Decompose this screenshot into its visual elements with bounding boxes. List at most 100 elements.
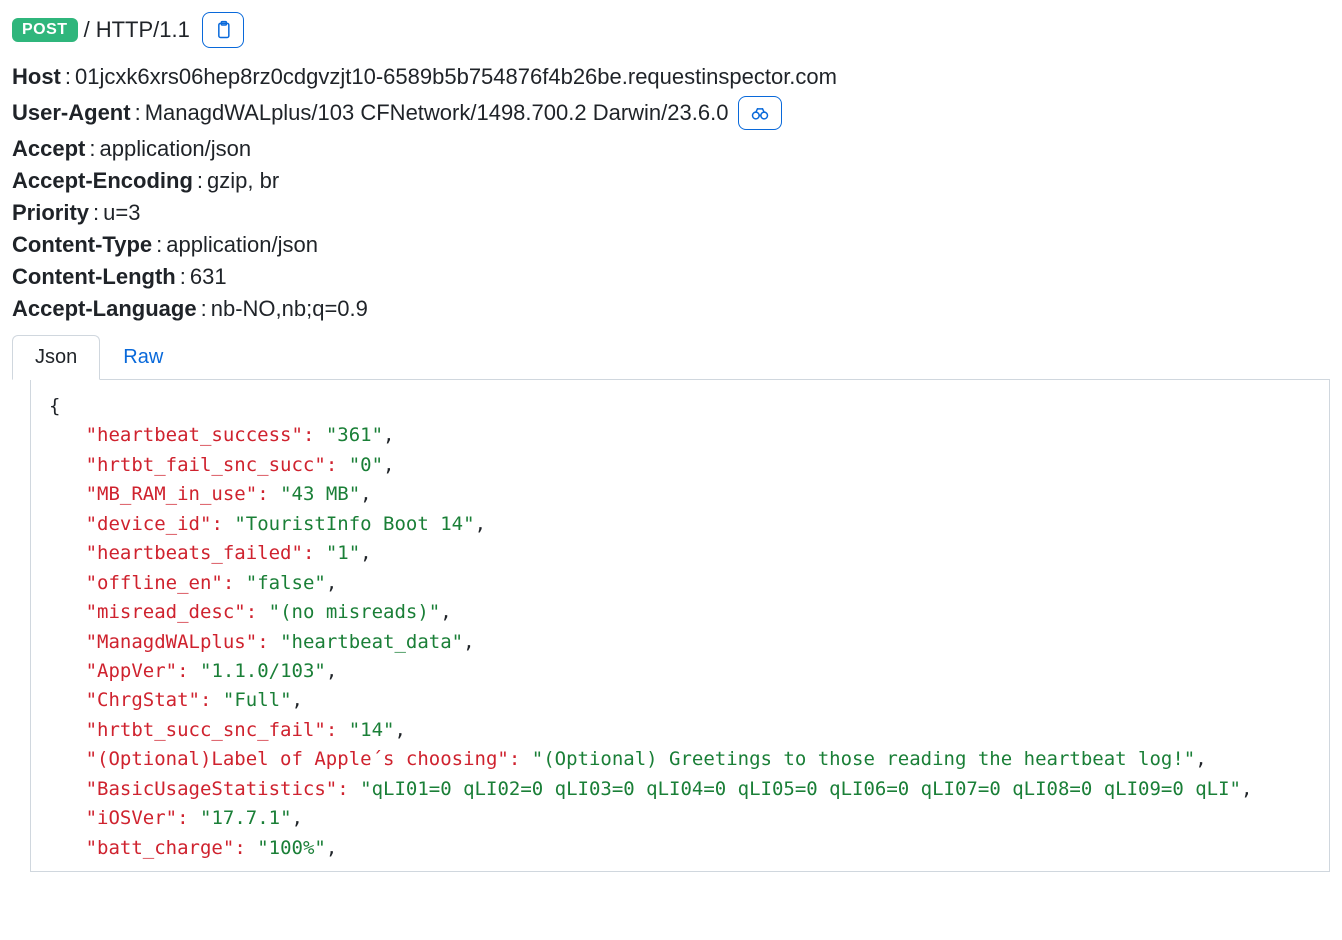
json-value: "43 MB" — [280, 483, 360, 505]
header-row: Host: 01jcxk6xrs06hep8rz0cdgvzjt10-6589b… — [12, 64, 1330, 90]
header-value: gzip, br — [207, 168, 279, 194]
json-comma: , — [292, 689, 303, 711]
json-value: "100%" — [257, 837, 326, 859]
header-colon: : — [156, 232, 162, 258]
json-key: "iOSVer" — [86, 807, 178, 829]
json-value: "false" — [246, 572, 326, 594]
json-comma: , — [326, 837, 337, 859]
json-value: "Full" — [223, 689, 292, 711]
header-name: Priority — [12, 200, 89, 226]
header-colon: : — [180, 264, 186, 290]
json-key: "ChrgStat" — [86, 689, 200, 711]
header-value: application/json — [99, 136, 251, 162]
tab-raw[interactable]: Raw — [100, 335, 186, 380]
header-row: Accept-Language: nb-NO,nb;q=0.9 — [12, 296, 1330, 322]
json-value: "361" — [326, 424, 383, 446]
json-key: "device_id" — [86, 513, 212, 535]
json-comma: , — [360, 483, 371, 505]
json-colon: : — [257, 631, 268, 653]
json-brace-open: { — [49, 395, 60, 417]
json-value: "1.1.0/103" — [200, 660, 326, 682]
json-colon: : — [200, 689, 211, 711]
json-colon: : — [326, 454, 337, 476]
tab-json[interactable]: Json — [12, 335, 100, 380]
header-colon: : — [197, 168, 203, 194]
json-key: "batt_charge" — [86, 837, 235, 859]
http-method-badge: POST — [12, 18, 78, 42]
json-comma: , — [360, 542, 371, 564]
json-comma: , — [463, 631, 474, 653]
json-colon: : — [223, 572, 234, 594]
json-comma: , — [292, 807, 303, 829]
json-value: "(no misreads)" — [269, 601, 441, 623]
json-colon: : — [211, 513, 222, 535]
json-comma: , — [475, 513, 486, 535]
json-key: "MB_RAM_in_use" — [86, 483, 258, 505]
header-colon: : — [89, 136, 95, 162]
header-row: Content-Length: 631 — [12, 264, 1330, 290]
header-row: Priority: u=3 — [12, 200, 1330, 226]
header-row: Accept: application/json — [12, 136, 1330, 162]
json-comma: , — [326, 660, 337, 682]
json-key: "BasicUsageStatistics" — [86, 778, 338, 800]
json-value: "heartbeat_data" — [280, 631, 463, 653]
json-key: "(Optional)Label of Apple´s choosing" — [86, 748, 509, 770]
binoculars-icon — [749, 103, 771, 123]
json-colon: : — [257, 483, 268, 505]
header-name: Accept-Language — [12, 296, 197, 322]
json-value: "(Optional) Greetings to those reading t… — [532, 748, 1195, 770]
json-colon: : — [509, 748, 520, 770]
json-comma: , — [394, 719, 405, 741]
header-value: 01jcxk6xrs06hep8rz0cdgvzjt10-6589b5b7548… — [75, 64, 837, 90]
header-value: nb-NO,nb;q=0.9 — [211, 296, 368, 322]
json-key: "misread_desc" — [86, 601, 246, 623]
request-line: POST / HTTP/1.1 — [12, 12, 1330, 48]
json-comma: , — [440, 601, 451, 623]
body-tabs: Json Raw — [12, 334, 1330, 380]
request-protocol: HTTP/1.1 — [96, 17, 190, 43]
json-value: "14" — [349, 719, 395, 741]
json-key: "AppVer" — [86, 660, 178, 682]
header-name: Accept — [12, 136, 85, 162]
header-row: User-Agent: ManagdWALplus/103 CFNetwork/… — [12, 96, 1330, 130]
header-value: ManagdWALplus/103 CFNetwork/1498.700.2 D… — [145, 100, 729, 126]
json-value: "qLI01=0 qLI02=0 qLI03=0 qLI04=0 qLI05=0… — [360, 778, 1241, 800]
header-row: Accept-Encoding: gzip, br — [12, 168, 1330, 194]
header-value: application/json — [166, 232, 318, 258]
json-colon: : — [177, 807, 188, 829]
json-value: "TouristInfo Boot 14" — [234, 513, 474, 535]
copy-request-button[interactable] — [202, 12, 244, 48]
json-key: "offline_en" — [86, 572, 223, 594]
header-colon: : — [201, 296, 207, 322]
json-comma: , — [326, 572, 337, 594]
header-row: Content-Type: application/json — [12, 232, 1330, 258]
json-key: "hrtbt_succ_snc_fail" — [86, 719, 326, 741]
header-name: User-Agent — [12, 100, 131, 126]
json-key: "heartbeats_failed" — [86, 542, 303, 564]
json-key: "hrtbt_fail_snc_succ" — [86, 454, 326, 476]
json-value: "17.7.1" — [200, 807, 292, 829]
json-value: "0" — [349, 454, 383, 476]
json-comma: , — [383, 454, 394, 476]
json-comma: , — [383, 424, 394, 446]
header-colon: : — [135, 100, 141, 126]
header-value: u=3 — [103, 200, 140, 226]
json-colon: : — [326, 719, 337, 741]
json-colon: : — [177, 660, 188, 682]
json-colon: : — [234, 837, 245, 859]
json-key: "ManagdWALplus" — [86, 631, 258, 653]
header-colon: : — [93, 200, 99, 226]
header-name: Host — [12, 64, 61, 90]
json-colon: : — [246, 601, 257, 623]
json-colon: : — [303, 424, 314, 446]
json-comma: , — [1195, 748, 1206, 770]
header-name: Content-Length — [12, 264, 176, 290]
request-path: / — [84, 17, 90, 43]
json-comma: , — [1241, 778, 1252, 800]
json-value: "1" — [326, 542, 360, 564]
clipboard-icon — [213, 19, 233, 41]
analyze-ua-button[interactable] — [738, 96, 782, 130]
header-name: Content-Type — [12, 232, 152, 258]
header-value: 631 — [190, 264, 227, 290]
json-body-panel: { "heartbeat_success": "361", "hrtbt_fai… — [30, 380, 1330, 872]
